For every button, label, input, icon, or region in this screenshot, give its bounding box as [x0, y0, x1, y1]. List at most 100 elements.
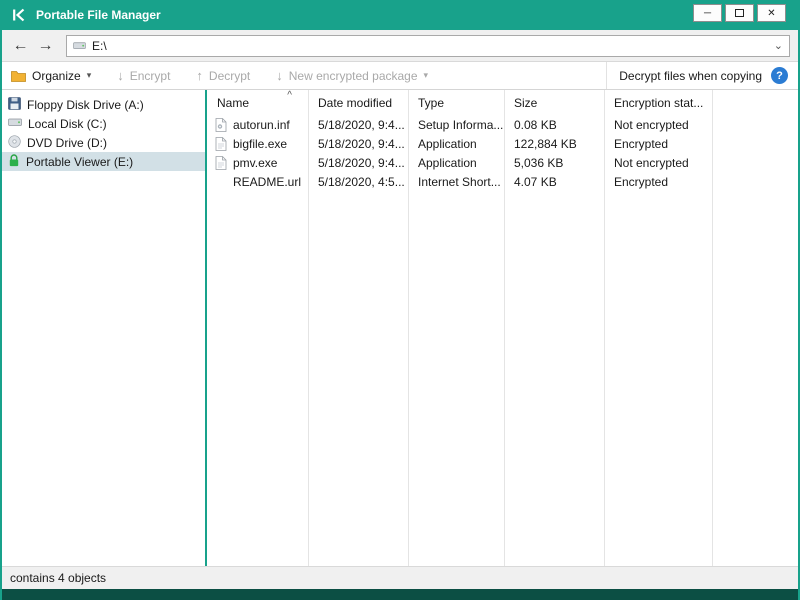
window-controls: ─ ✕ — [693, 4, 786, 22]
decrypt-button[interactable]: ↑ Decrypt — [196, 68, 250, 83]
encrypt-arrow-icon: ↓ — [117, 68, 124, 83]
sidebar-item-label: Floppy Disk Drive (A:) — [27, 97, 144, 112]
folder-icon — [11, 70, 26, 82]
encrypt-button[interactable]: ↓ Encrypt — [117, 68, 170, 83]
column-header-label: Date modified — [318, 95, 393, 110]
sidebar-item-portable-viewer-e[interactable]: Portable Viewer (E:) — [2, 152, 205, 171]
new-encrypted-package-button[interactable]: ↓ New encrypted package ▾ — [276, 68, 428, 83]
column-header-label: Size — [514, 95, 538, 110]
column-header-name[interactable]: Name ^ — [207, 90, 308, 115]
file-encryption-status: Not encrypted — [614, 155, 689, 170]
column-separator — [308, 90, 309, 566]
window-bottom-border — [2, 589, 798, 600]
column-header-size[interactable]: Size — [504, 90, 604, 115]
help-button[interactable]: ? — [771, 67, 788, 84]
column-separator — [712, 90, 713, 566]
file-size: 4.07 KB — [514, 174, 557, 189]
file-encryption-status: Encrypted — [614, 174, 669, 189]
file-name: README.url — [233, 174, 302, 189]
new-encrypted-package-label: New encrypted package — [288, 68, 418, 83]
window-title: Portable File Manager — [36, 8, 161, 22]
decrypt-arrow-icon: ↑ — [196, 68, 203, 83]
portable-file-manager-window: Portable File Manager ─ ✕ ← → E:\ ⌄ Orga… — [0, 0, 800, 600]
column-separator — [504, 90, 505, 566]
back-button[interactable]: ← — [10, 37, 31, 55]
table-row[interactable]: pmv.exe 5/18/2020, 9:4... Application 5,… — [207, 153, 798, 172]
sidebar-item-dvd-drive-d[interactable]: DVD Drive (D:) — [2, 133, 205, 152]
help-icon: ? — [776, 69, 783, 82]
file-encryption-status: Not encrypted — [614, 117, 689, 132]
file-icon-placeholder — [215, 175, 227, 189]
file-size: 5,036 KB — [514, 155, 564, 170]
file-size: 122,884 KB — [514, 136, 577, 151]
status-text: contains 4 objects — [10, 571, 107, 585]
file-list: Name ^ Date modified Type Size Encryptio… — [207, 90, 798, 566]
file-name: autorun.inf — [233, 117, 290, 132]
table-row[interactable]: README.url 5/18/2020, 4:5... Internet Sh… — [207, 172, 798, 191]
decrypt-label: Decrypt — [208, 68, 251, 83]
close-button[interactable]: ✕ — [757, 4, 786, 22]
dvd-disc-icon — [8, 134, 21, 151]
column-separator — [604, 90, 605, 566]
green-lock-icon — [8, 153, 20, 170]
file-list-header: Name ^ Date modified Type Size Encryptio… — [207, 90, 798, 115]
column-header-label: Type — [418, 95, 445, 110]
organize-button[interactable]: Organize ▾ — [11, 69, 91, 83]
file-name: pmv.exe — [233, 155, 278, 170]
document-icon — [215, 136, 227, 151]
hard-disk-icon — [8, 116, 22, 131]
floppy-disk-icon — [8, 96, 21, 113]
drive-icon — [73, 40, 86, 51]
minimize-button[interactable]: ─ — [693, 4, 722, 22]
column-header-label: Name — [217, 95, 250, 110]
title-bar[interactable]: Portable File Manager ─ ✕ — [2, 0, 798, 30]
sidebar-item-label: Local Disk (C:) — [28, 116, 107, 131]
column-header-label: Encryption stat... — [614, 95, 704, 110]
file-type: Setup Informa... — [418, 117, 504, 132]
decrypt-when-copying-label: Decrypt files when copying — [619, 68, 762, 83]
address-path: E:\ — [92, 38, 107, 53]
sidebar-item-label: DVD Drive (D:) — [27, 135, 107, 150]
table-row[interactable]: bigfile.exe 5/18/2020, 9:4... Applicatio… — [207, 134, 798, 153]
file-type: Application — [418, 155, 477, 170]
table-row[interactable]: autorun.inf 5/18/2020, 9:4... Setup Info… — [207, 115, 798, 134]
forward-button[interactable]: → — [35, 37, 56, 55]
address-bar[interactable]: E:\ ⌄ — [66, 34, 790, 57]
minimize-icon: ─ — [703, 7, 712, 19]
navigation-bar: ← → E:\ ⌄ — [2, 30, 798, 62]
status-bar: contains 4 objects — [2, 566, 798, 589]
column-header-encryption-status[interactable]: Encryption stat... — [604, 90, 712, 115]
file-encryption-status: Encrypted — [614, 136, 669, 151]
file-size: 0.08 KB — [514, 117, 557, 132]
setup-file-icon — [215, 117, 227, 132]
drive-tree: Floppy Disk Drive (A:) Local Disk (C:) D… — [2, 90, 207, 566]
file-date-modified: 5/18/2020, 9:4... — [318, 155, 405, 170]
sidebar-item-label: Portable Viewer (E:) — [26, 154, 134, 169]
chevron-down-icon: ▾ — [86, 70, 92, 80]
main-area: Floppy Disk Drive (A:) Local Disk (C:) D… — [2, 90, 798, 566]
maximize-button[interactable] — [725, 4, 754, 22]
kaspersky-logo-icon — [12, 8, 27, 23]
sidebar-item-floppy-a[interactable]: Floppy Disk Drive (A:) — [2, 95, 205, 114]
file-type: Internet Short... — [418, 174, 501, 189]
maximize-icon — [735, 9, 744, 17]
document-icon — [215, 155, 227, 170]
file-type: Application — [418, 136, 477, 151]
column-header-date-modified[interactable]: Date modified — [308, 90, 408, 115]
address-dropdown-chevron-icon[interactable]: ⌄ — [774, 39, 783, 52]
toolbar-right-section: Decrypt files when copying ? — [606, 62, 798, 89]
file-date-modified: 5/18/2020, 9:4... — [318, 136, 405, 151]
organize-label: Organize — [32, 68, 81, 83]
column-header-type[interactable]: Type — [408, 90, 504, 115]
sort-ascending-icon: ^ — [287, 90, 292, 101]
file-date-modified: 5/18/2020, 9:4... — [318, 117, 405, 132]
file-name: bigfile.exe — [233, 136, 288, 151]
file-date-modified: 5/18/2020, 4:5... — [318, 174, 405, 189]
package-arrow-icon: ↓ — [276, 68, 283, 83]
sidebar-item-local-disk-c[interactable]: Local Disk (C:) — [2, 114, 205, 133]
chevron-down-icon: ▾ — [423, 70, 429, 80]
toolbar: Organize ▾ ↓ Encrypt ↑ Decrypt ↓ New enc… — [2, 62, 798, 90]
column-separator — [408, 90, 409, 566]
close-icon: ✕ — [767, 7, 776, 19]
encrypt-label: Encrypt — [129, 68, 171, 83]
